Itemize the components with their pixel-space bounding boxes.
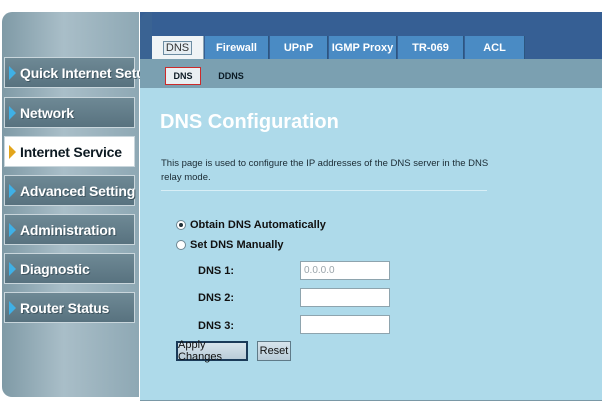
subtab-label: DDNS: [218, 71, 244, 81]
sidebar-item-label: Advanced Setting: [20, 182, 136, 199]
sidebar-item-label: Internet Service: [20, 143, 122, 160]
set-dns-manually-radio[interactable]: Set DNS Manually: [176, 238, 284, 252]
sidebar-item-diagnostic[interactable]: Diagnostic: [4, 253, 135, 284]
radio-label: Obtain DNS Automatically: [190, 219, 326, 231]
sidebar-item-administration[interactable]: Administration: [4, 214, 135, 245]
triangle-right-icon: [9, 183, 16, 198]
tab-tr-069[interactable]: TR-069: [398, 36, 464, 59]
triangle-right-icon: [9, 222, 16, 237]
sidebar-item-network[interactable]: Network: [4, 97, 135, 128]
tab-label: Firewall: [216, 41, 257, 54]
dns1-label: DNS 1:: [198, 265, 235, 277]
dns3-field[interactable]: [300, 315, 390, 334]
tab-igmp-proxy[interactable]: IGMP Proxy: [329, 36, 397, 59]
tab-firewall[interactable]: Firewall: [205, 36, 269, 59]
tab-label: UPnP: [283, 41, 314, 54]
subtab-bar: [140, 59, 602, 88]
triangle-right-icon: [9, 261, 16, 276]
dns3-label: DNS 3:: [198, 320, 235, 332]
triangle-right-icon: [9, 105, 16, 120]
sidebar-item-internet-service[interactable]: Internet Service: [4, 136, 135, 167]
subtab-ddns[interactable]: DDNS: [215, 67, 247, 85]
radio-button[interactable]: [176, 220, 186, 230]
sidebar-item-label: Diagnostic: [20, 260, 90, 277]
reset-button[interactable]: Reset: [257, 341, 291, 361]
tab-upnp[interactable]: UPnP: [270, 36, 328, 59]
sidebar-item-router-status[interactable]: Router Status: [4, 292, 135, 323]
tab-acl[interactable]: ACL: [465, 36, 525, 59]
subtab-label: DNS: [173, 71, 193, 81]
obtain-dns-auto-radio[interactable]: Obtain DNS Automatically: [176, 218, 326, 232]
divider: [161, 190, 487, 191]
tab-label: TR-069: [412, 41, 449, 54]
apply-changes-button[interactable]: Apply Changes: [176, 339, 248, 363]
tab-label: ACL: [483, 41, 506, 54]
sidebar-item-label: Administration: [20, 221, 116, 238]
sidebar-item-label: Network: [20, 104, 74, 121]
triangle-right-icon: [9, 300, 16, 315]
tab-label: DNS: [162, 40, 193, 55]
tab-label: IGMP Proxy: [331, 41, 394, 54]
dns2-field[interactable]: [300, 288, 390, 307]
radio-button[interactable]: [176, 240, 186, 250]
page-description: This page is used to configure the IP ad…: [161, 158, 489, 183]
subtab-dns[interactable]: DNS: [165, 67, 201, 85]
triangle-right-icon: [9, 65, 16, 80]
radio-label: Set DNS Manually: [190, 239, 284, 251]
tab-dns[interactable]: DNS: [152, 36, 204, 59]
triangle-right-icon: [9, 144, 16, 159]
sidebar-item-label: Quick Internet Setup: [20, 64, 153, 81]
dns2-label: DNS 2:: [198, 292, 235, 304]
dns1-field[interactable]: [300, 261, 390, 280]
tab-bar-corner: [140, 12, 152, 59]
page-title: DNS Configuration: [160, 111, 339, 133]
sidebar-item-label: Router Status: [20, 299, 110, 316]
sidebar-item-quick-internet-setup[interactable]: Quick Internet Setup: [4, 57, 153, 88]
sidebar-item-advanced-setting[interactable]: Advanced Setting: [4, 175, 135, 206]
